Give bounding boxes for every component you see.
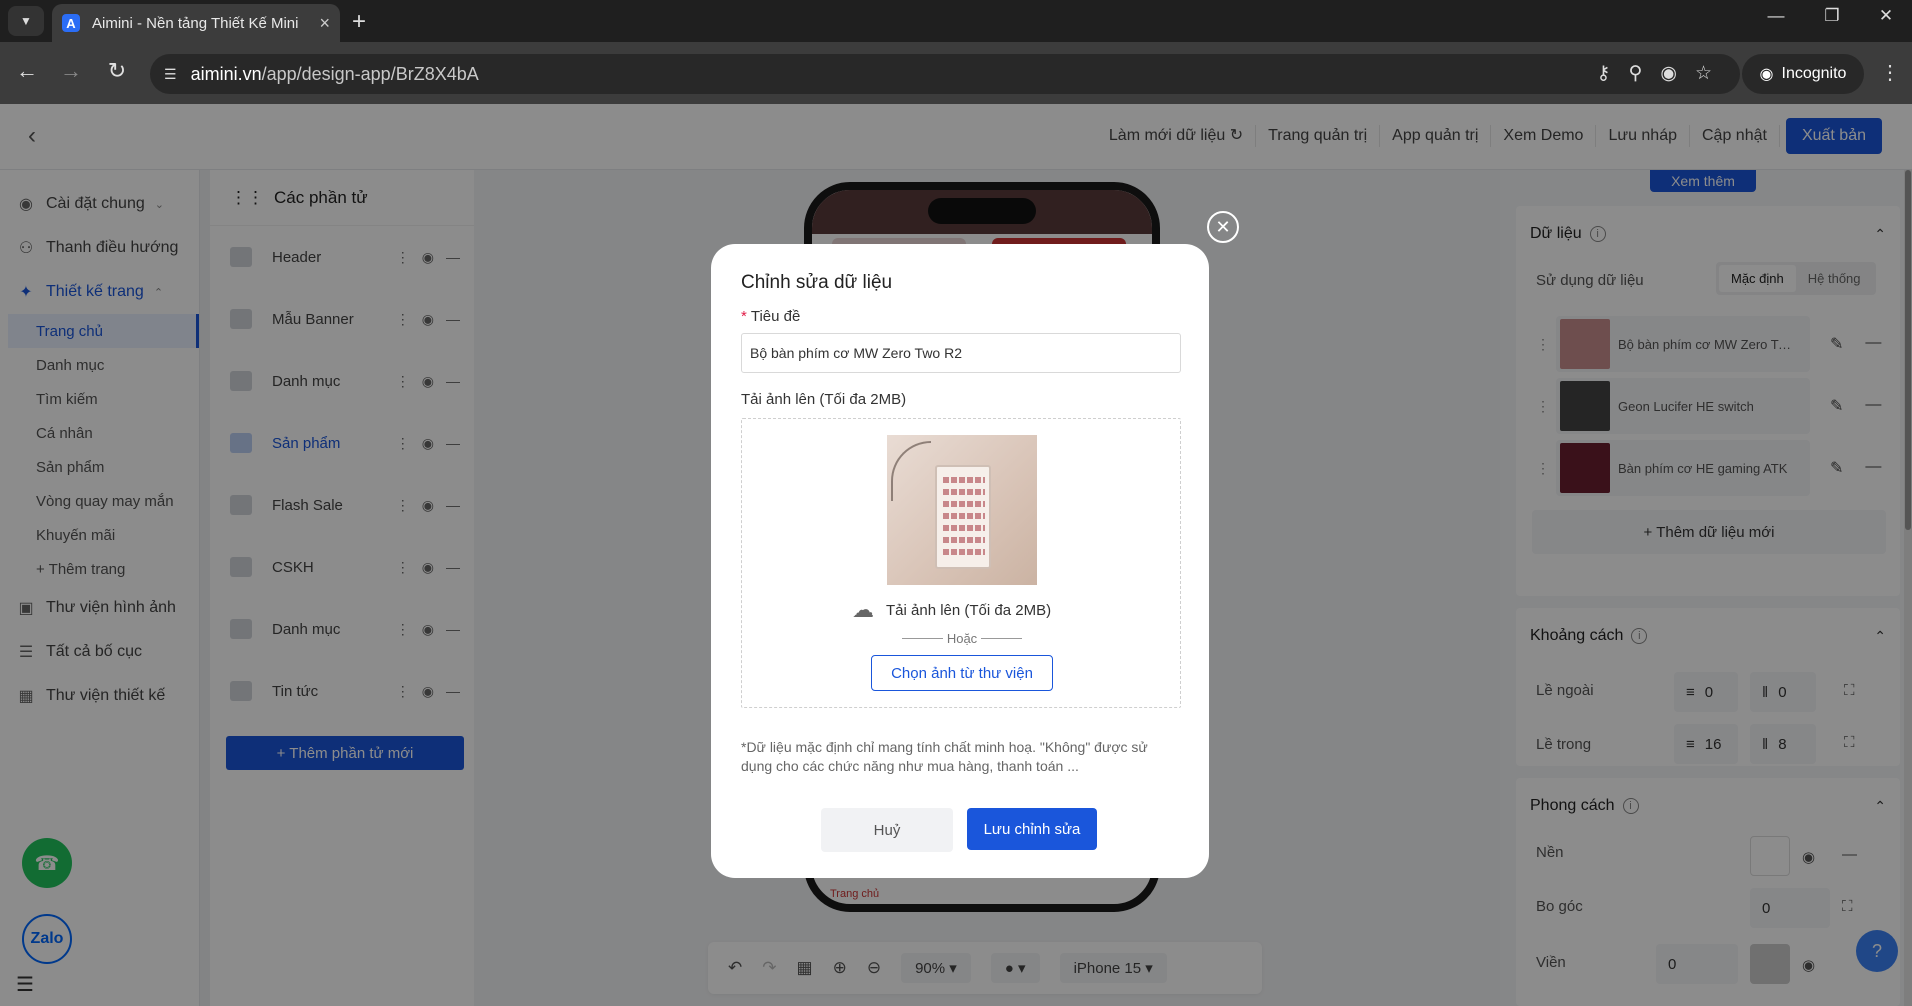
browser-tab[interactable]: A Aimini - Nền tảng Thiết Kế Mini × (52, 4, 340, 42)
cloud-upload-icon: ☁ (852, 597, 874, 622)
cancel-button[interactable]: Huỷ (821, 808, 953, 852)
title-field-label: * Tiêu đề (741, 308, 1179, 325)
restore-button[interactable]: ❐ (1812, 6, 1852, 26)
required-marker: * (741, 308, 747, 325)
modal-close-button[interactable]: ✕ (1207, 211, 1239, 243)
zoom-icon[interactable]: ⚲ (1628, 62, 1642, 85)
window-close-button[interactable]: ✕ (1866, 6, 1906, 26)
forward-arrow-icon[interactable]: → (56, 58, 86, 84)
star-icon[interactable]: ☆ (1695, 62, 1712, 85)
tab-title: Aimini - Nền tảng Thiết Kế Mini (92, 14, 299, 32)
upload-link-text: Tải ảnh lên (Tối đa 2MB) (886, 601, 1052, 619)
save-changes-button[interactable]: Lưu chỉnh sửa (967, 808, 1097, 850)
url-bar[interactable]: ☰ aimini.vn/app/design-app/BrZ8X4bA ⚷ ⚲ … (150, 54, 1740, 94)
modal-title: Chỉnh sửa dữ liệu (741, 272, 893, 293)
uploaded-product-image (887, 435, 1037, 585)
or-divider: Hoặc (902, 631, 1023, 646)
edit-data-modal: Chỉnh sửa dữ liệu *Tiêu đề Tải ảnh lên (… (711, 244, 1209, 878)
key-icon[interactable]: ⚷ (1597, 62, 1611, 85)
upload-label: Tải ảnh lên (Tối đa 2MB) (741, 391, 907, 408)
new-tab-button[interactable]: + (352, 8, 366, 36)
or-text: Hoặc (946, 631, 978, 646)
reload-icon[interactable]: ↻ (102, 58, 132, 84)
browser-tabbar: ▼ A Aimini - Nền tảng Thiết Kế Mini × + … (0, 0, 1912, 42)
tab-close-icon[interactable]: × (319, 13, 330, 34)
upload-dropzone[interactable]: ☁ Tải ảnh lên (Tối đa 2MB) Hoặc Chọn ảnh … (741, 418, 1181, 708)
back-arrow-icon[interactable]: ← (12, 58, 42, 84)
url-host: aimini.vn (190, 63, 262, 84)
eye-off-icon[interactable]: ◉ (1660, 62, 1677, 85)
minimize-button[interactable]: — (1756, 6, 1796, 26)
site-settings-icon[interactable]: ☰ (164, 66, 177, 83)
incognito-label: Incognito (1781, 65, 1847, 82)
browser-menu-icon[interactable]: ⋮ (1880, 60, 1900, 85)
incognito-icon: ◉ (1759, 66, 1774, 83)
disclaimer-note: *Dữ liệu mặc định chỉ mang tính chất min… (741, 739, 1148, 774)
url-path: /app/design-app/BrZ8X4bA (261, 63, 479, 84)
address-bar-area: ← → ↻ ☰ aimini.vn/app/design-app/BrZ8X4b… (0, 42, 1912, 104)
choose-from-library-button[interactable]: Chọn ảnh từ thư viện (871, 655, 1053, 691)
upload-image-link[interactable]: ☁ Tải ảnh lên (Tối đa 2MB) (852, 597, 1051, 623)
close-icon: ✕ (1215, 216, 1231, 237)
tab-search-button[interactable]: ▼ (8, 6, 44, 36)
incognito-badge[interactable]: ◉ Incognito (1742, 54, 1864, 94)
aimini-favicon-icon: A (62, 14, 80, 32)
title-input[interactable] (741, 333, 1181, 373)
title-field-label-text: Tiêu đề (750, 308, 801, 325)
